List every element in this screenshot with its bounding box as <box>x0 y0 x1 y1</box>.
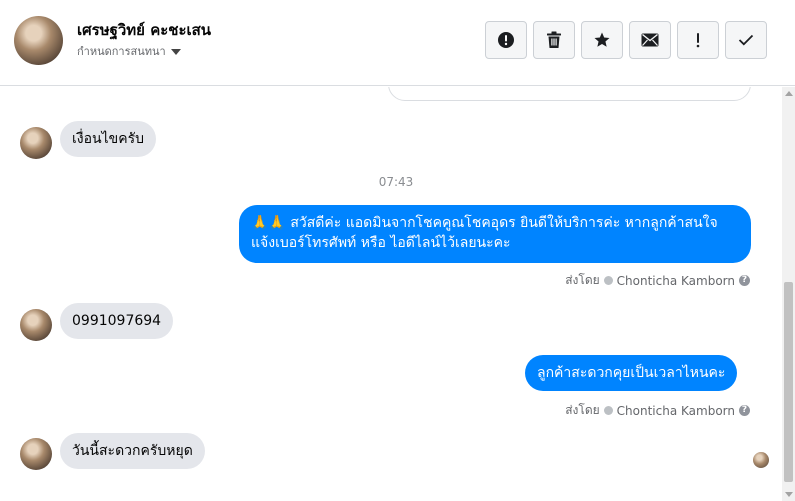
trash-icon <box>547 31 561 48</box>
scroll-up-arrow-icon[interactable] <box>785 91 793 96</box>
sender-avatar[interactable] <box>20 309 52 341</box>
important-button[interactable] <box>677 21 719 59</box>
incoming-message: เงื่อนไขครับ <box>60 121 156 157</box>
star-icon <box>594 32 610 47</box>
message-thread[interactable]: เงื่อนไขครับ 07:43 🙏🙏 สวัสดีค่ะ แอดมินจา… <box>0 87 782 501</box>
outgoing-message: ลูกค้าสะดวกคุยเป็นเวลาไหนคะ <box>525 355 738 391</box>
message-timestamp: 07:43 <box>378 175 414 189</box>
exclamation-circle-icon <box>498 32 514 48</box>
conversation-toolbar <box>485 21 767 59</box>
sent-by-info: ส่งโดย Chonticha Kamborn ? <box>565 271 750 290</box>
seen-receipt-avatar <box>753 452 769 468</box>
sent-by-name[interactable]: Chonticha Kamborn <box>617 404 735 418</box>
sent-by-label: ส่งโดย <box>565 403 600 417</box>
done-button[interactable] <box>725 21 767 59</box>
thread-scrollbar[interactable] <box>782 87 795 501</box>
schedule-conversation-dropdown[interactable]: กำหนดการสนทนา <box>77 42 181 60</box>
incoming-message: 0991097694 <box>60 303 174 339</box>
sent-check-icon <box>603 276 613 285</box>
conversation-header: เศรษฐวิทย์ คะชะเสน กำหนดการสนทนา <box>0 0 795 86</box>
caret-down-icon <box>170 48 181 55</box>
sent-by-info: ส่งโดย Chonticha Kamborn ? <box>565 401 750 420</box>
mark-unread-button[interactable] <box>629 21 671 59</box>
outgoing-message: 🙏🙏 สวัสดีค่ะ แอดมินจากโชคคูณโชคอุดร ยินด… <box>239 205 751 263</box>
sender-avatar[interactable] <box>20 438 52 470</box>
sent-check-icon <box>603 406 613 415</box>
outgoing-message-line: 🙏🙏 สวัสดีค่ะ แอดมินจากโชคคูณโชคอุดร ยินด… <box>251 215 718 231</box>
delete-button[interactable] <box>533 21 575 59</box>
report-button[interactable] <box>485 21 527 59</box>
contact-name[interactable]: เศรษฐวิทย์ คะชะเสน <box>77 18 211 42</box>
previous-message-bubble <box>388 87 751 101</box>
scroll-down-arrow-icon[interactable] <box>785 492 793 497</box>
outgoing-message-line: แจ้งเบอร์โทรศัพท์ หรือ ไอดีไลน์ไว้เลยนะค… <box>251 235 511 251</box>
sender-avatar[interactable] <box>20 127 52 159</box>
sent-by-label: ส่งโดย <box>565 273 600 287</box>
contact-avatar[interactable] <box>14 16 63 65</box>
envelope-icon <box>641 33 659 47</box>
help-icon[interactable]: ? <box>739 405 750 416</box>
star-button[interactable] <box>581 21 623 59</box>
checkmark-icon <box>738 34 754 46</box>
sent-by-name[interactable]: Chonticha Kamborn <box>617 274 735 288</box>
schedule-label: กำหนดการสนทนา <box>77 45 166 58</box>
incoming-message: วันนี้สะดวกครับหยุด <box>60 433 205 469</box>
help-icon[interactable]: ? <box>739 275 750 286</box>
exclamation-icon <box>696 33 700 48</box>
scrollbar-thumb[interactable] <box>784 282 793 482</box>
